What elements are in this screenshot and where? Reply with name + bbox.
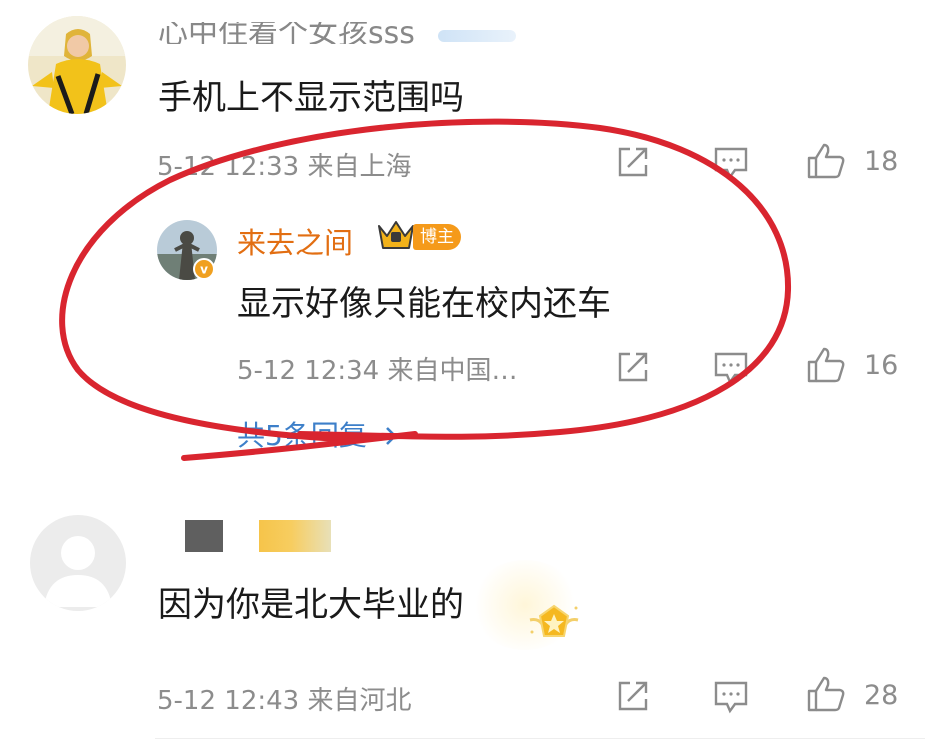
comment-meta: 5-12 12:33 来自上海 [157, 146, 411, 183]
share-icon[interactable] [616, 679, 650, 717]
like-icon[interactable] [806, 142, 846, 184]
comment-icon[interactable] [713, 145, 749, 185]
comment-time: 5-12 12:43 [157, 686, 300, 716]
share-icon[interactable] [616, 350, 650, 388]
blogger-badge: 博主 [413, 224, 461, 250]
redacted-badge [259, 520, 331, 552]
comment-text: 因为你是北大毕业的 [158, 585, 464, 625]
more-replies-label: 共5条回复 [237, 419, 367, 452]
chevron-right-icon [384, 419, 398, 452]
comment-location: 来自上海 [307, 152, 412, 182]
divider [155, 738, 925, 739]
reply-text: 显示好像只能在校内还车 [237, 284, 611, 324]
svg-text:v: v [200, 263, 208, 277]
comment-location: 来自河北 [307, 686, 412, 716]
like-icon[interactable] [806, 675, 846, 717]
comment-time: 5-12 12:33 [157, 152, 300, 182]
comment-icon[interactable] [713, 679, 749, 719]
default-avatar[interactable] [30, 515, 126, 611]
reply-meta: 5-12 12:34 来自中国… [237, 350, 517, 387]
commenter-badge-cut [438, 30, 516, 42]
like-count: 16 [864, 350, 899, 381]
comment-text: 手机上不显示范围吗 [158, 78, 464, 118]
share-icon[interactable] [616, 145, 650, 183]
reply-username[interactable]: 来去之间 [237, 220, 353, 262]
star-badge-icon [522, 600, 586, 654]
comment-meta: 5-12 12:43 来自河北 [157, 680, 411, 717]
more-replies-link[interactable]: 共5条回复 [237, 414, 398, 454]
comment-thread: 心中住着个女孩sss 手机上不显示范围吗 5-12 12:33 来自上海 18 [0, 0, 925, 744]
redacted-username [185, 520, 223, 552]
verified-icon: v [193, 258, 215, 284]
like-icon[interactable] [806, 346, 846, 388]
commenter-name-cut[interactable]: 心中住着个女孩sss [158, 22, 415, 44]
reply-time: 5-12 12:34 [237, 356, 380, 386]
like-count: 18 [864, 146, 899, 177]
commenter-avatar[interactable] [28, 16, 126, 114]
reply-location: 来自中国… [387, 356, 518, 386]
like-count: 28 [864, 680, 899, 711]
comment-icon[interactable] [713, 350, 749, 390]
crown-icon [376, 218, 416, 256]
